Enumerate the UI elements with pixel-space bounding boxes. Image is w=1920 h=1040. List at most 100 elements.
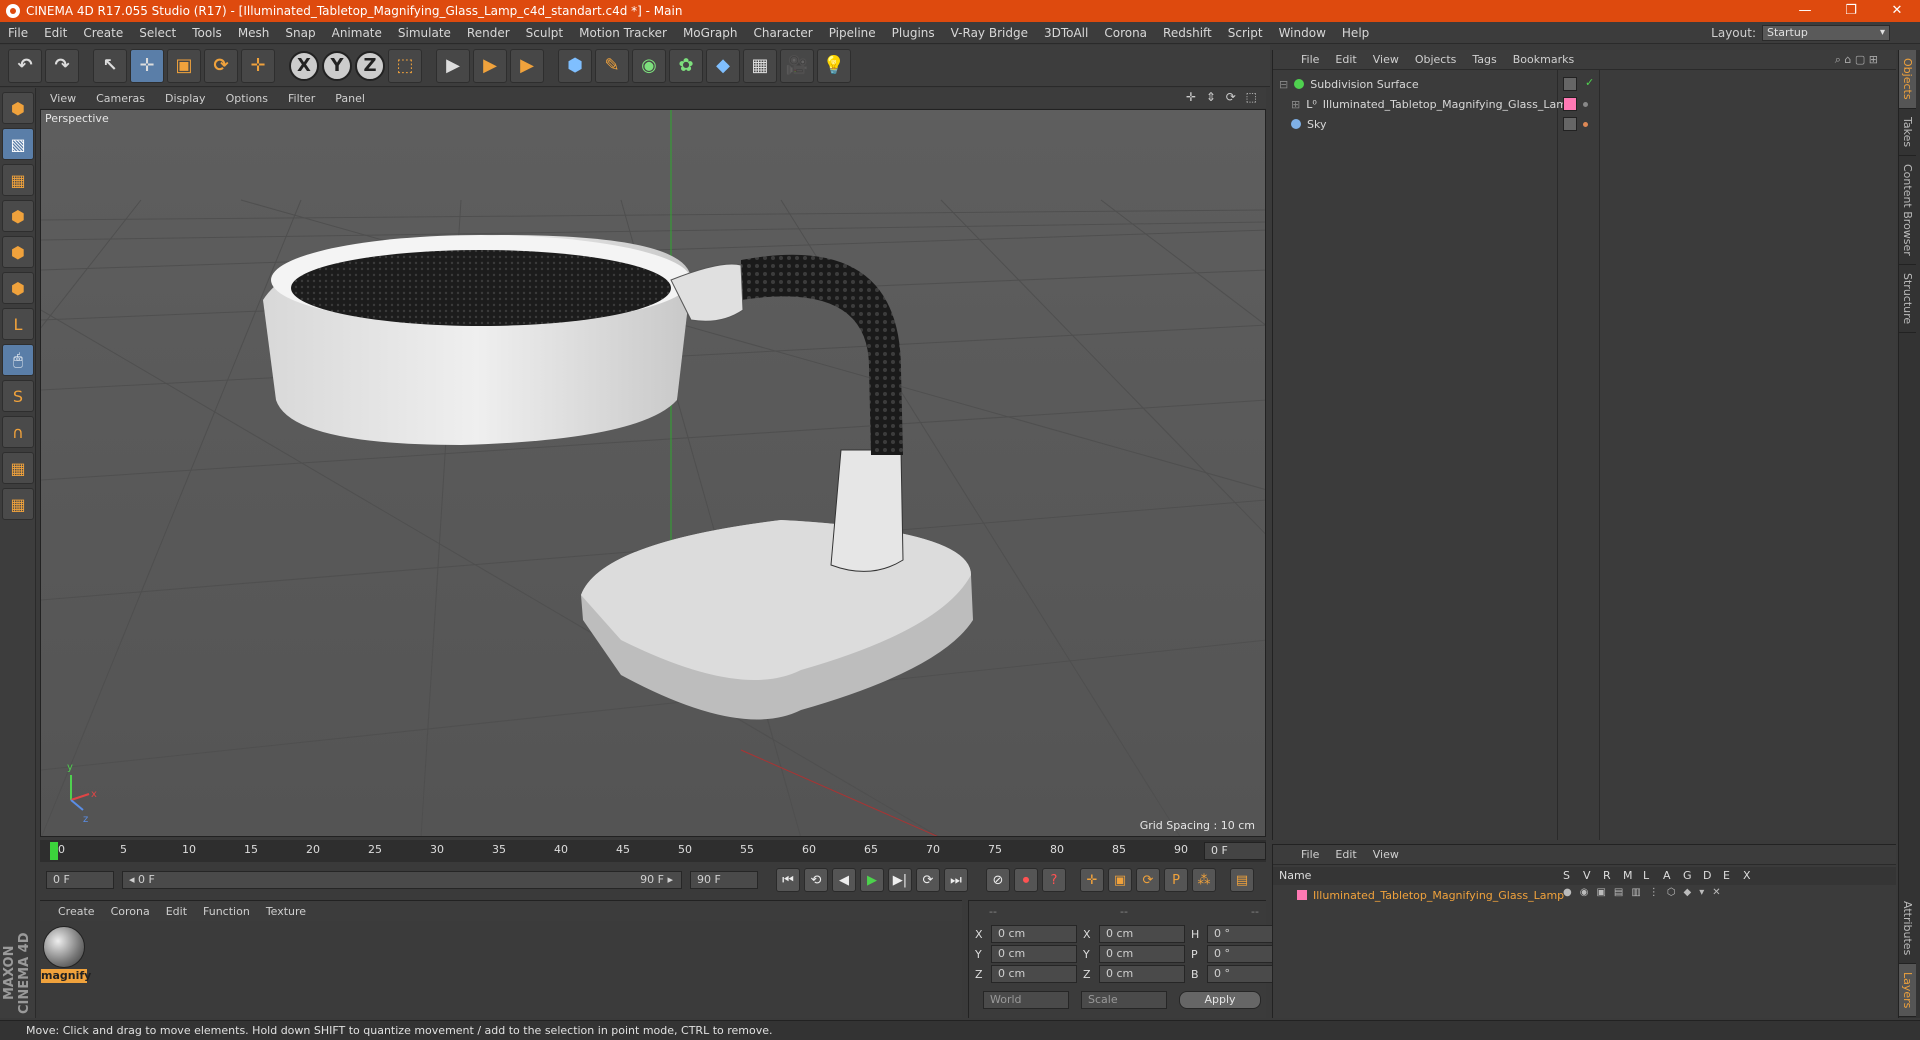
object-name[interactable]: Subdivision Surface — [1310, 78, 1418, 91]
next-key-button[interactable]: ⟳ — [916, 868, 940, 892]
tab-takes[interactable]: Takes — [1899, 109, 1916, 156]
workplane-button[interactable]: ▦ — [2, 488, 34, 520]
current-frame-field[interactable]: 0 F — [1204, 842, 1266, 860]
material-preview-thumbnail[interactable] — [43, 926, 85, 968]
lock-workplane-button[interactable]: ▦ — [2, 452, 34, 484]
menu-character[interactable]: Character — [745, 26, 820, 40]
layout-dropdown[interactable]: Startup — [1762, 25, 1890, 41]
start-frame-field[interactable]: 0 F — [46, 871, 114, 889]
tab-layers[interactable]: Layers — [1899, 964, 1916, 1018]
viewport-menu-options[interactable]: Options — [216, 92, 278, 105]
material-menu-edit[interactable]: Edit — [158, 905, 195, 918]
layer-tag[interactable] — [1563, 117, 1577, 131]
tweak-mode-button[interactable]: 🖱 — [2, 344, 34, 376]
object-row-sky[interactable]: Sky — [1273, 114, 1896, 134]
points-mode-button[interactable]: ⬢ — [2, 236, 34, 268]
z-axis-lock-button[interactable]: Z — [355, 50, 385, 81]
menu-edit[interactable]: Edit — [36, 26, 75, 40]
redo-button[interactable]: ↷ — [45, 48, 79, 83]
size-z-field[interactable]: 0 cm — [1099, 965, 1185, 983]
objects-menu-bookmarks[interactable]: Bookmarks — [1505, 53, 1582, 66]
objects-menu-edit[interactable]: Edit — [1327, 53, 1364, 66]
close-button[interactable]: ✕ — [1874, 0, 1920, 22]
apply-button[interactable]: Apply — [1179, 991, 1261, 1009]
viewport-nav-icons[interactable]: ✛ ⇕ ⟳ ⬚ — [1186, 90, 1260, 104]
viewport-menu-view[interactable]: View — [40, 92, 86, 105]
visibility-dot[interactable] — [1583, 122, 1588, 127]
frame-range-slider[interactable]: ◂ 0 F 90 F ▸ — [122, 871, 682, 889]
viewport-menu-filter[interactable]: Filter — [278, 92, 325, 105]
objects-menu-objects[interactable]: Objects — [1407, 53, 1465, 66]
menu-plugins[interactable]: Plugins — [884, 26, 943, 40]
position-y-field[interactable]: 0 cm — [991, 945, 1077, 963]
end-frame-field[interactable]: 90 F — [690, 871, 758, 889]
material-name-label[interactable]: magnify — [41, 969, 91, 983]
menu-script[interactable]: Script — [1220, 26, 1271, 40]
menu-tools[interactable]: Tools — [184, 26, 230, 40]
live-selection-button[interactable]: ↖ — [93, 48, 127, 83]
size-x-field[interactable]: 0 cm — [1099, 925, 1185, 943]
menu-sculpt[interactable]: Sculpt — [518, 26, 571, 40]
key-scale-button[interactable]: ▣ — [1108, 868, 1132, 892]
search-icon[interactable]: ⌕ ⌂ ▢ ⊞ — [1827, 53, 1886, 67]
menu-redshift[interactable]: Redshift — [1155, 26, 1220, 40]
material-menu-corona[interactable]: Corona — [103, 905, 158, 918]
rotation-p-field[interactable]: 0 ° — [1207, 945, 1277, 963]
key-position-button[interactable]: ✛ — [1080, 868, 1104, 892]
add-subdivision-button[interactable]: ◉ — [632, 48, 666, 83]
add-mograph-button[interactable]: ✿ — [669, 48, 703, 83]
tree-expand-icon[interactable]: ⊟ — [1279, 78, 1288, 91]
menu-window[interactable]: Window — [1271, 26, 1334, 40]
size-y-field[interactable]: 0 cm — [1099, 945, 1185, 963]
timeline-button[interactable]: ▤ — [1230, 868, 1254, 892]
make-editable-button[interactable]: ⬢ — [2, 92, 34, 124]
restore-button[interactable]: ❐ — [1828, 0, 1874, 22]
render-picture-viewer-button[interactable]: ▶ — [473, 48, 507, 83]
render-view-button[interactable]: ▶ — [436, 48, 470, 83]
objects-menu-tags[interactable]: Tags — [1464, 53, 1504, 66]
menu-mograph[interactable]: MoGraph — [675, 26, 746, 40]
object-name[interactable]: Sky — [1307, 118, 1326, 131]
menu-select[interactable]: Select — [131, 26, 184, 40]
add-pen-button[interactable]: ✎ — [595, 48, 629, 83]
prev-frame-button[interactable]: ◀ — [832, 868, 856, 892]
add-camera-button[interactable]: 🎥 — [780, 48, 814, 83]
play-button[interactable]: ▶ — [860, 868, 884, 892]
add-cube-button[interactable]: ⬢ — [558, 48, 592, 83]
tab-structure[interactable]: Structure — [1899, 265, 1916, 333]
menu-create[interactable]: Create — [75, 26, 131, 40]
material-menu-texture[interactable]: Texture — [258, 905, 314, 918]
recent-tools-button[interactable]: ✛ — [241, 48, 275, 83]
object-row-subdivision[interactable]: ⊟ Subdivision Surface ✓ — [1273, 74, 1896, 94]
menu-simulate[interactable]: Simulate — [390, 26, 459, 40]
record-keys-off-button[interactable]: ⊘ — [986, 868, 1010, 892]
polygons-mode-button[interactable]: L — [2, 308, 34, 340]
undo-button[interactable]: ↶ — [8, 48, 42, 83]
size-mode-dropdown[interactable]: Scale — [1081, 991, 1167, 1009]
enabled-check-icon[interactable]: ✓ — [1585, 76, 1594, 89]
material-menu-function[interactable]: Function — [195, 905, 258, 918]
tree-expand-icon[interactable]: ⊞ — [1291, 98, 1300, 111]
add-deformer-button[interactable]: ◆ — [706, 48, 740, 83]
rotate-tool-button[interactable]: ⟳ — [204, 48, 238, 83]
position-z-field[interactable]: 0 cm — [991, 965, 1077, 983]
rotation-h-field[interactable]: 0 ° — [1207, 925, 1277, 943]
goto-start-button[interactable]: ⏮ — [776, 868, 800, 892]
key-rotation-button[interactable]: ⟳ — [1136, 868, 1160, 892]
viewport-menu-cameras[interactable]: Cameras — [86, 92, 155, 105]
autokey-button[interactable]: ? — [1042, 868, 1066, 892]
objects-menu-file[interactable]: File — [1293, 53, 1327, 66]
object-row-lamp[interactable]: ⊞ L⁰ Illuminated_Tabletop_Magnifying_Gla… — [1273, 94, 1896, 114]
playhead[interactable] — [50, 842, 58, 860]
next-frame-button[interactable]: ▶| — [888, 868, 912, 892]
y-axis-lock-button[interactable]: Y — [322, 50, 352, 81]
tab-objects[interactable]: Objects — [1899, 50, 1916, 109]
layer-color-swatch[interactable] — [1297, 890, 1307, 900]
layer-color-tag[interactable] — [1563, 97, 1577, 111]
menu-snap[interactable]: Snap — [277, 26, 323, 40]
key-parameter-button[interactable]: P — [1164, 868, 1188, 892]
solo-mode-button[interactable]: S — [2, 380, 34, 412]
x-axis-lock-button[interactable]: X — [289, 50, 319, 81]
render-settings-button[interactable]: ▶ — [510, 48, 544, 83]
prev-key-button[interactable]: ⟲ — [804, 868, 828, 892]
